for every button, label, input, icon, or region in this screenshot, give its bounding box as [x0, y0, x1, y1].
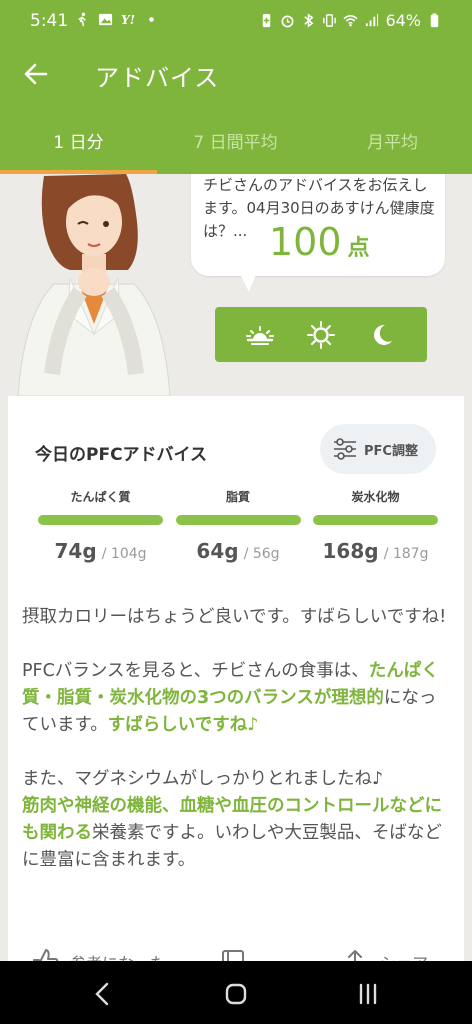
nutrient-unit: g	[224, 539, 239, 563]
nutrient-unit: g	[364, 539, 379, 563]
vibrate-icon	[323, 14, 337, 27]
nutrient-progress-bar	[175, 515, 301, 525]
system-nav-bar	[0, 961, 472, 1024]
tab-7day-average[interactable]: 7 日間平均	[157, 104, 314, 174]
advice-highlight: すばらしいですね♪	[107, 715, 259, 735]
score-value: 100	[269, 220, 342, 264]
nutrient-fat: 脂質 64g / 56g	[175, 488, 301, 563]
bubble-tail	[239, 272, 257, 292]
app-bar: アドバイス	[0, 44, 472, 104]
health-score: 100 点	[269, 220, 370, 264]
nutrient-value: 64	[196, 539, 225, 563]
nutrient-name: 炭水化物	[351, 490, 400, 504]
nutrient-target-value: 187g	[392, 546, 429, 562]
nutrient-name: 脂質	[225, 490, 250, 504]
screen: 5:41 Y! 64% アドバイス 1 日分 7 日間平均 月平均 チビさんのア…	[0, 0, 472, 1024]
sunrise-icon[interactable]	[243, 320, 277, 350]
advice-text: PFCバランスを見ると、チビさんの食事は、	[22, 661, 369, 681]
pfc-adjust-button[interactable]: PFC調整	[320, 424, 436, 474]
advice-paragraph-magnesium: また、マグネシウムがしっかりとれましたね♪ 筋肉や神経の機能、血糖や血圧のコントロ…	[22, 766, 452, 874]
sliders-icon	[334, 438, 356, 460]
arrow-back-icon[interactable]	[22, 60, 50, 88]
nutrient-name: たんぱく質	[70, 490, 131, 504]
tab-monthly-average[interactable]: 月平均	[314, 104, 471, 174]
walk-icon	[78, 12, 86, 27]
advice-speech-bubble: チビさんのアドバイスをお伝えします。04月30日のあすけん健康度は？... 10…	[191, 174, 445, 276]
nutrient-summary: たんぱく質 74g / 104g 脂質 64g / 56g 炭水化物 168g …	[38, 488, 438, 563]
nutrient-unit: g	[82, 539, 97, 563]
nutrient-progress-bar	[313, 515, 438, 525]
nav-home-icon[interactable]	[221, 979, 251, 1009]
sun-icon[interactable]	[304, 320, 338, 350]
nutrient-progress-bar	[38, 515, 163, 525]
nutrient-target-value: 56g	[252, 546, 280, 562]
nutrient-target-value: 104g	[110, 546, 147, 562]
pfc-title: 今日のPFCアドバイス	[35, 445, 208, 465]
nutrient-value: 74	[54, 539, 83, 563]
meal-time-selector	[215, 307, 427, 362]
image-icon	[98, 13, 113, 26]
advice-text: また、マグネシウムがしっかりとれましたね♪	[22, 769, 384, 789]
status-time: 5:41	[30, 11, 69, 31]
status-bar: 5:41 Y! 64%	[0, 0, 472, 44]
yahoo-icon: Y!	[121, 13, 135, 27]
alarm-icon	[281, 15, 294, 28]
battery-icon	[430, 13, 439, 28]
dot-icon	[149, 17, 154, 22]
pfc-advice-card: 今日のPFCアドバイス PFC調整 たんぱく質 74g / 104g 脂質 64…	[8, 396, 464, 976]
advice-body: 摂取カロリーはちょうど良いです。すばらしいですね! PFCバランスを見ると、チビ…	[22, 604, 452, 901]
battery-percent: 64%	[385, 11, 421, 30]
wifi-icon	[343, 15, 358, 27]
tab-bar: 1 日分 7 日間平均 月平均	[0, 104, 472, 174]
nutrient-carbohydrate: 炭水化物 168g / 187g	[313, 488, 438, 563]
pfc-adjust-label: PFC調整	[364, 443, 418, 459]
advice-paragraph-pfc: PFCバランスを見ると、チビさんの食事は、たんぱく質・脂質・炭水化物の3つのバラ…	[22, 658, 452, 739]
signal-icon	[366, 13, 379, 27]
advice-hero: チビさんのアドバイスをお伝えします。04月30日のあすけん健康度は？... 10…	[8, 174, 464, 396]
battery-saver-icon	[263, 13, 271, 28]
nutrient-protein: たんぱく質 74g / 104g	[38, 488, 163, 563]
nav-recents-icon[interactable]	[353, 979, 383, 1009]
advice-paragraph-calories: 摂取カロリーはちょうど良いです。すばらしいですね!	[22, 607, 447, 627]
nutrient-target: / 104g	[101, 546, 147, 562]
nutrient-value: 168	[322, 539, 365, 563]
moon-icon[interactable]	[365, 320, 399, 350]
bluetooth-icon	[304, 13, 314, 28]
nutrient-target: / 187g	[383, 546, 429, 562]
advisor-illustration	[17, 174, 171, 396]
tab-1day[interactable]: 1 日分	[0, 104, 157, 174]
score-unit: 点	[347, 236, 370, 261]
nutrient-target: / 56g	[243, 546, 280, 562]
nav-back-icon[interactable]	[88, 979, 118, 1009]
svg-text:Y!: Y!	[121, 13, 135, 27]
page-title: アドバイス	[95, 64, 220, 92]
